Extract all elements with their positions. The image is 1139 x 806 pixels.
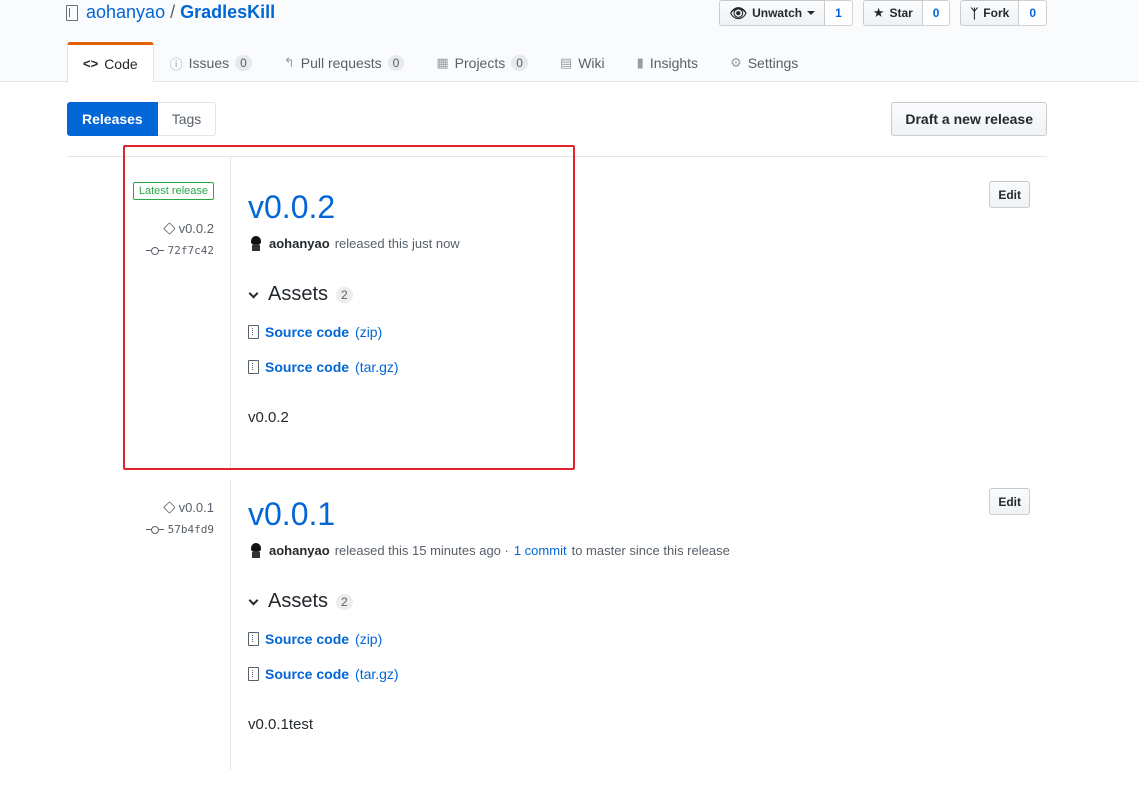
edit-release-button[interactable]: Edit: [989, 181, 1030, 208]
issues-counter: 0: [235, 55, 252, 71]
gear-icon: ⚙: [730, 55, 742, 70]
eye-icon: 👁: [729, 4, 748, 21]
assets-counter: 2: [336, 593, 353, 610]
book-icon: ▤: [559, 55, 573, 70]
tab-projects[interactable]: ▦ Projects 0: [420, 42, 544, 82]
fork-group: ᛉ Fork 0: [960, 0, 1047, 26]
issue-icon: ⓘ: [169, 56, 183, 72]
star-icon: ★: [872, 5, 885, 20]
star-group: ★ Star 0: [862, 0, 951, 26]
edit-release-button[interactable]: Edit: [989, 488, 1030, 515]
assets-list: Source code (zip) Source code (tar.gz): [248, 631, 730, 682]
tab-settings[interactable]: ⚙ Settings: [714, 42, 814, 82]
tab-pull-requests[interactable]: ↰ Pull requests 0: [268, 42, 421, 82]
release-author-line: aohanyao released this 15 minutes ago · …: [248, 542, 730, 558]
tab-label: Wiki: [578, 55, 605, 71]
fork-icon: ᛉ: [970, 5, 979, 21]
assets-label: Assets: [268, 590, 329, 612]
tab-code[interactable]: <> Code: [67, 42, 154, 83]
tab-insights[interactable]: ▮ Insights: [621, 42, 714, 82]
tab-label: Projects: [454, 55, 506, 71]
unwatch-button[interactable]: 👁 Unwatch: [719, 0, 826, 26]
forks-count[interactable]: 0: [1019, 0, 1047, 26]
asset-name: Source code: [265, 631, 350, 647]
release-tag: v0.0.1: [178, 500, 214, 515]
repo-nav: <> Code ⓘ Issues 0 ↰ Pull requests 0 ▦ P…: [67, 42, 814, 83]
released-text: released this 15 minutes ago ·: [334, 542, 509, 558]
watchers-count[interactable]: 1: [825, 0, 853, 26]
repo-header: aohanyao / GradlesKill 👁 Unwatch 1 ★ Sta…: [0, 0, 1139, 83]
asset-source-targz[interactable]: Source code (tar.gz): [248, 666, 730, 682]
pagehead-actions: 👁 Unwatch 1 ★ Star 0 ᛉ Fork 0: [719, 0, 1047, 26]
release-entry: v0.0.1 57b4fd9 v0.0.1 aohanyao released …: [0, 470, 1139, 770]
releases-tab[interactable]: Releases: [67, 102, 158, 136]
release-body: v0.0.1 aohanyao released this 15 minutes…: [248, 494, 730, 733]
watch-group: 👁 Unwatch 1: [719, 0, 853, 26]
tags-tab[interactable]: Tags: [157, 102, 217, 136]
tab-label: Pull requests: [300, 55, 382, 71]
chevron-down-icon: [248, 595, 259, 605]
release-tag-link[interactable]: v0.0.1: [146, 500, 214, 515]
annotation-highlight-box: [123, 145, 575, 470]
avatar[interactable]: [248, 542, 264, 558]
tab-label: Settings: [747, 55, 799, 71]
repo-name-link[interactable]: GradlesKill: [180, 2, 275, 23]
release-notes: v0.0.1test: [248, 716, 314, 733]
pull-request-icon: ↰: [283, 55, 295, 70]
release-timeline: [230, 480, 231, 770]
star-button[interactable]: ★ Star: [862, 0, 923, 26]
repo-title: aohanyao / GradlesKill: [66, 2, 275, 23]
assets-toggle[interactable]: Assets 2: [248, 590, 730, 613]
repo-icon: [66, 4, 78, 21]
release-commit: 57b4fd9: [167, 523, 214, 536]
repo-title-separator: /: [170, 2, 176, 22]
draft-release-button[interactable]: Draft a new release: [891, 102, 1047, 136]
unwatch-label: Unwatch: [752, 6, 803, 20]
tab-wiki[interactable]: ▤ Wiki: [544, 42, 621, 82]
tab-issues[interactable]: ⓘ Issues 0: [154, 42, 268, 82]
author-link[interactable]: aohanyao: [269, 543, 330, 558]
asset-name: Source code: [265, 666, 350, 682]
graph-icon: ▮: [636, 55, 644, 70]
release-meta: v0.0.1 57b4fd9: [145, 500, 214, 536]
tab-label: Issues: [188, 55, 230, 71]
commits-since-link[interactable]: 1 commit: [514, 543, 567, 558]
file-zip-icon: [248, 632, 259, 646]
tab-label: Code: [104, 55, 138, 72]
releases-subnav: Releases Tags: [67, 102, 217, 136]
pull-requests-counter: 0: [387, 55, 405, 71]
projects-counter: 0: [511, 55, 528, 71]
asset-ext: (zip): [355, 631, 383, 647]
release-commit-link[interactable]: 57b4fd9: [145, 523, 214, 536]
fork-button[interactable]: ᛉ Fork: [960, 0, 1020, 26]
caret-down-icon: [807, 11, 816, 15]
file-zip-icon: [248, 667, 259, 681]
star-label: Star: [889, 6, 913, 20]
repo-owner-link[interactable]: aohanyao: [86, 2, 165, 23]
commit-icon: [145, 525, 164, 534]
release-title-link[interactable]: v0.0.1: [248, 496, 335, 532]
project-icon: ▦: [436, 55, 449, 70]
tab-label: Insights: [649, 55, 699, 71]
tag-icon: [162, 501, 176, 514]
code-icon: <>: [83, 56, 99, 71]
asset-source-zip[interactable]: Source code (zip): [248, 631, 730, 647]
stargazers-count[interactable]: 0: [922, 0, 951, 26]
asset-ext: (tar.gz): [355, 666, 399, 682]
fork-label: Fork: [983, 6, 1010, 20]
since-release-text: to master since this release: [571, 542, 730, 558]
